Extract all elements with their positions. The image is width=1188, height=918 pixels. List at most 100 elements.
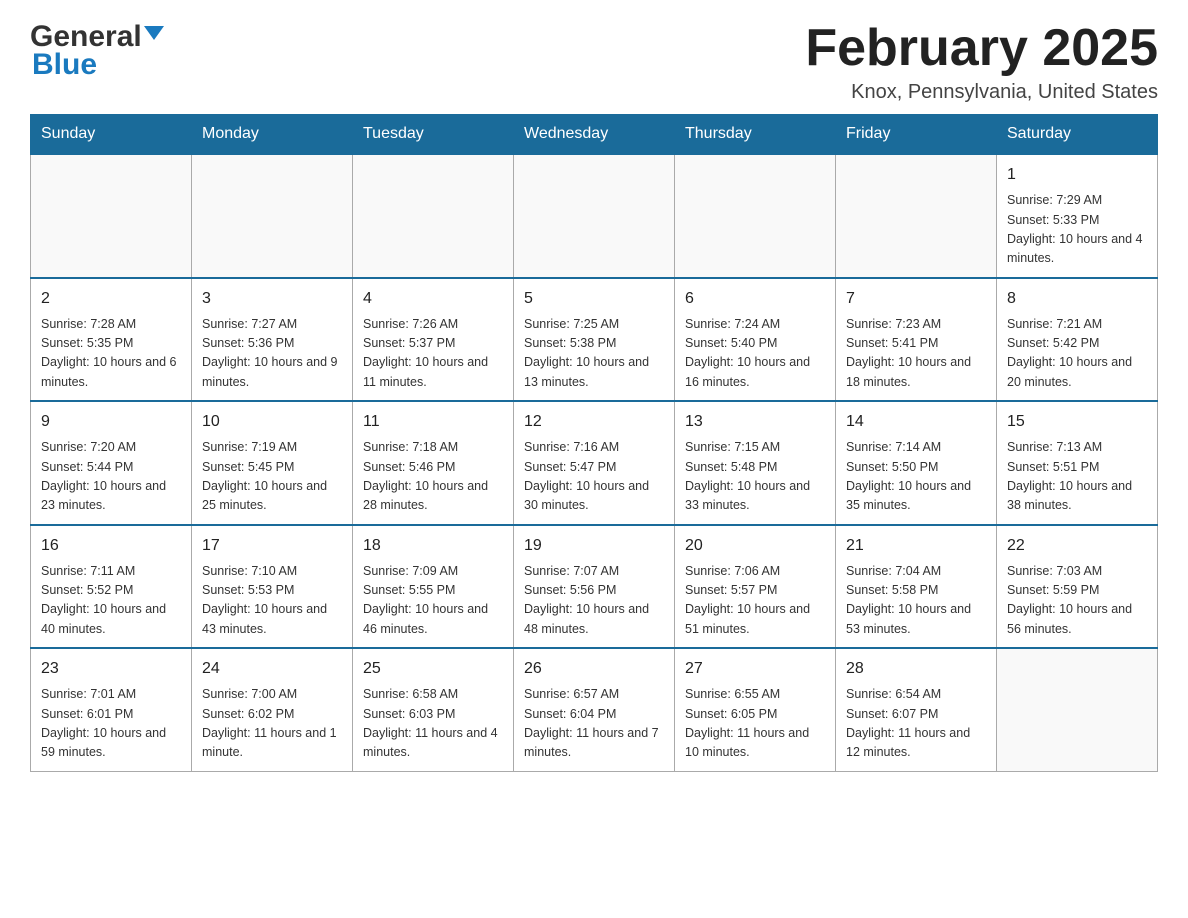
day-info: Sunrise: 6:54 AMSunset: 6:07 PMDaylight:… xyxy=(846,685,986,763)
day-number: 3 xyxy=(202,287,342,311)
day-info: Sunrise: 7:20 AMSunset: 5:44 PMDaylight:… xyxy=(41,438,181,516)
day-info: Sunrise: 7:00 AMSunset: 6:02 PMDaylight:… xyxy=(202,685,342,763)
logo-blue-text: Blue xyxy=(32,48,97,82)
table-row xyxy=(675,154,836,278)
table-row: 7Sunrise: 7:23 AMSunset: 5:41 PMDaylight… xyxy=(836,278,997,402)
day-info: Sunrise: 7:16 AMSunset: 5:47 PMDaylight:… xyxy=(524,438,664,516)
table-row: 20 Sunrise: 7:06 AMSunset: 5:57 PMDayligh… xyxy=(675,525,836,649)
day-info: Sunrise: 7:01 AMSunset: 6:01 PMDaylight:… xyxy=(41,685,181,763)
day-number: 17 xyxy=(202,534,342,558)
calendar-week-row: 23Sunrise: 7:01 AMSunset: 6:01 PMDayligh… xyxy=(31,648,1158,771)
day-number: 7 xyxy=(846,287,986,311)
day-info: Sunrise: 6:55 AMSunset: 6:05 PMDaylight:… xyxy=(685,685,825,763)
day-info: Sunrise: 7:28 AMSunset: 5:35 PMDaylight:… xyxy=(41,315,181,393)
day-number: 20 xyxy=(685,534,825,558)
col-header-monday: Monday xyxy=(192,115,353,155)
calendar-week-row: 16Sunrise: 7:11 AMSunset: 5:52 PMDayligh… xyxy=(31,525,1158,649)
table-row: 5 Sunrise: 7:25 AMSunset: 5:38 PMDaylight… xyxy=(514,278,675,402)
day-info: Sunrise: 7:13 AMSunset: 5:51 PMDaylight:… xyxy=(1007,438,1147,516)
table-row: 19Sunrise: 7:07 AMSunset: 5:56 PMDayligh… xyxy=(514,525,675,649)
day-number: 5 xyxy=(524,287,664,311)
table-row: 25 Sunrise: 6:58 AMSunset: 6:03 PMDayligh… xyxy=(353,648,514,771)
col-header-friday: Friday xyxy=(836,115,997,155)
day-info: Sunrise: 7:03 AMSunset: 5:59 PMDaylight:… xyxy=(1007,562,1147,640)
day-info: Sunrise: 7:25 AMSunset: 5:38 PMDaylight:… xyxy=(524,315,664,393)
day-number: 8 xyxy=(1007,287,1147,311)
table-row: 11 Sunrise: 7:18 AMSunset: 5:46 PMDayligh… xyxy=(353,401,514,525)
day-number: 12 xyxy=(524,410,664,434)
day-info: Sunrise: 7:29 AMSunset: 5:33 PMDaylight:… xyxy=(1007,191,1147,269)
table-row xyxy=(31,154,192,278)
day-number: 26 xyxy=(524,657,664,681)
day-number: 11 xyxy=(363,410,503,434)
calendar-header-row: Sunday Monday Tuesday Wednesday Thursday… xyxy=(31,115,1158,155)
day-number: 1 xyxy=(1007,163,1147,187)
col-header-tuesday: Tuesday xyxy=(353,115,514,155)
table-row: 23Sunrise: 7:01 AMSunset: 6:01 PMDayligh… xyxy=(31,648,192,771)
day-info: Sunrise: 7:27 AMSunset: 5:36 PMDaylight:… xyxy=(202,315,342,393)
table-row xyxy=(997,648,1158,771)
day-info: Sunrise: 7:06 AMSunset: 5:57 PMDaylight:… xyxy=(685,562,825,640)
calendar-week-row: 1 Sunrise: 7:29 AMSunset: 5:33 PMDaylight… xyxy=(31,154,1158,278)
table-row: 4 Sunrise: 7:26 AMSunset: 5:37 PMDaylight… xyxy=(353,278,514,402)
table-row: 27 Sunrise: 6:55 AMSunset: 6:05 PMDayligh… xyxy=(675,648,836,771)
day-info: Sunrise: 7:09 AMSunset: 5:55 PMDaylight:… xyxy=(363,562,503,640)
table-row: 16Sunrise: 7:11 AMSunset: 5:52 PMDayligh… xyxy=(31,525,192,649)
table-row: 15 Sunrise: 7:13 AMSunset: 5:51 PMDayligh… xyxy=(997,401,1158,525)
day-info: Sunrise: 7:26 AMSunset: 5:37 PMDaylight:… xyxy=(363,315,503,393)
day-number: 13 xyxy=(685,410,825,434)
day-info: Sunrise: 7:11 AMSunset: 5:52 PMDaylight:… xyxy=(41,562,181,640)
day-number: 4 xyxy=(363,287,503,311)
day-number: 18 xyxy=(363,534,503,558)
table-row: 8 Sunrise: 7:21 AMSunset: 5:42 PMDaylight… xyxy=(997,278,1158,402)
page-subtitle: Knox, Pennsylvania, United States xyxy=(805,81,1158,104)
table-row xyxy=(514,154,675,278)
day-number: 14 xyxy=(846,410,986,434)
calendar-week-row: 2 Sunrise: 7:28 AMSunset: 5:35 PMDaylight… xyxy=(31,278,1158,402)
col-header-thursday: Thursday xyxy=(675,115,836,155)
day-number: 9 xyxy=(41,410,181,434)
day-number: 6 xyxy=(685,287,825,311)
table-row xyxy=(836,154,997,278)
day-number: 24 xyxy=(202,657,342,681)
day-info: Sunrise: 7:21 AMSunset: 5:42 PMDaylight:… xyxy=(1007,315,1147,393)
day-info: Sunrise: 7:24 AMSunset: 5:40 PMDaylight:… xyxy=(685,315,825,393)
table-row: 12 Sunrise: 7:16 AMSunset: 5:47 PMDayligh… xyxy=(514,401,675,525)
table-row: 9 Sunrise: 7:20 AMSunset: 5:44 PMDaylight… xyxy=(31,401,192,525)
day-info: Sunrise: 7:19 AMSunset: 5:45 PMDaylight:… xyxy=(202,438,342,516)
table-row: 14 Sunrise: 7:14 AMSunset: 5:50 PMDayligh… xyxy=(836,401,997,525)
table-row: 13Sunrise: 7:15 AMSunset: 5:48 PMDayligh… xyxy=(675,401,836,525)
day-info: Sunrise: 7:18 AMSunset: 5:46 PMDaylight:… xyxy=(363,438,503,516)
day-number: 2 xyxy=(41,287,181,311)
page-title: February 2025 xyxy=(805,20,1158,77)
day-number: 10 xyxy=(202,410,342,434)
table-row: 18 Sunrise: 7:09 AMSunset: 5:55 PMDayligh… xyxy=(353,525,514,649)
table-row: 3 Sunrise: 7:27 AMSunset: 5:36 PMDaylight… xyxy=(192,278,353,402)
table-row: 1 Sunrise: 7:29 AMSunset: 5:33 PMDaylight… xyxy=(997,154,1158,278)
col-header-sunday: Sunday xyxy=(31,115,192,155)
table-row xyxy=(192,154,353,278)
table-row: 28Sunrise: 6:54 AMSunset: 6:07 PMDayligh… xyxy=(836,648,997,771)
table-row: 21Sunrise: 7:04 AMSunset: 5:58 PMDayligh… xyxy=(836,525,997,649)
day-number: 27 xyxy=(685,657,825,681)
day-info: Sunrise: 7:10 AMSunset: 5:53 PMDaylight:… xyxy=(202,562,342,640)
day-number: 25 xyxy=(363,657,503,681)
calendar-table: Sunday Monday Tuesday Wednesday Thursday… xyxy=(30,114,1158,772)
calendar-week-row: 9 Sunrise: 7:20 AMSunset: 5:44 PMDaylight… xyxy=(31,401,1158,525)
day-info: Sunrise: 6:58 AMSunset: 6:03 PMDaylight:… xyxy=(363,685,503,763)
day-info: Sunrise: 7:07 AMSunset: 5:56 PMDaylight:… xyxy=(524,562,664,640)
col-header-wednesday: Wednesday xyxy=(514,115,675,155)
logo: General Blue xyxy=(30,20,164,82)
page-header: General Blue February 2025 Knox, Pennsyl… xyxy=(30,20,1158,104)
table-row: 10 Sunrise: 7:19 AMSunset: 5:45 PMDayligh… xyxy=(192,401,353,525)
table-row xyxy=(353,154,514,278)
day-number: 22 xyxy=(1007,534,1147,558)
day-info: Sunrise: 7:14 AMSunset: 5:50 PMDaylight:… xyxy=(846,438,986,516)
table-row: 17 Sunrise: 7:10 AMSunset: 5:53 PMDayligh… xyxy=(192,525,353,649)
col-header-saturday: Saturday xyxy=(997,115,1158,155)
logo-triangle-icon xyxy=(144,26,164,40)
day-info: Sunrise: 6:57 AMSunset: 6:04 PMDaylight:… xyxy=(524,685,664,763)
title-block: February 2025 Knox, Pennsylvania, United… xyxy=(805,20,1158,104)
day-number: 21 xyxy=(846,534,986,558)
day-number: 15 xyxy=(1007,410,1147,434)
